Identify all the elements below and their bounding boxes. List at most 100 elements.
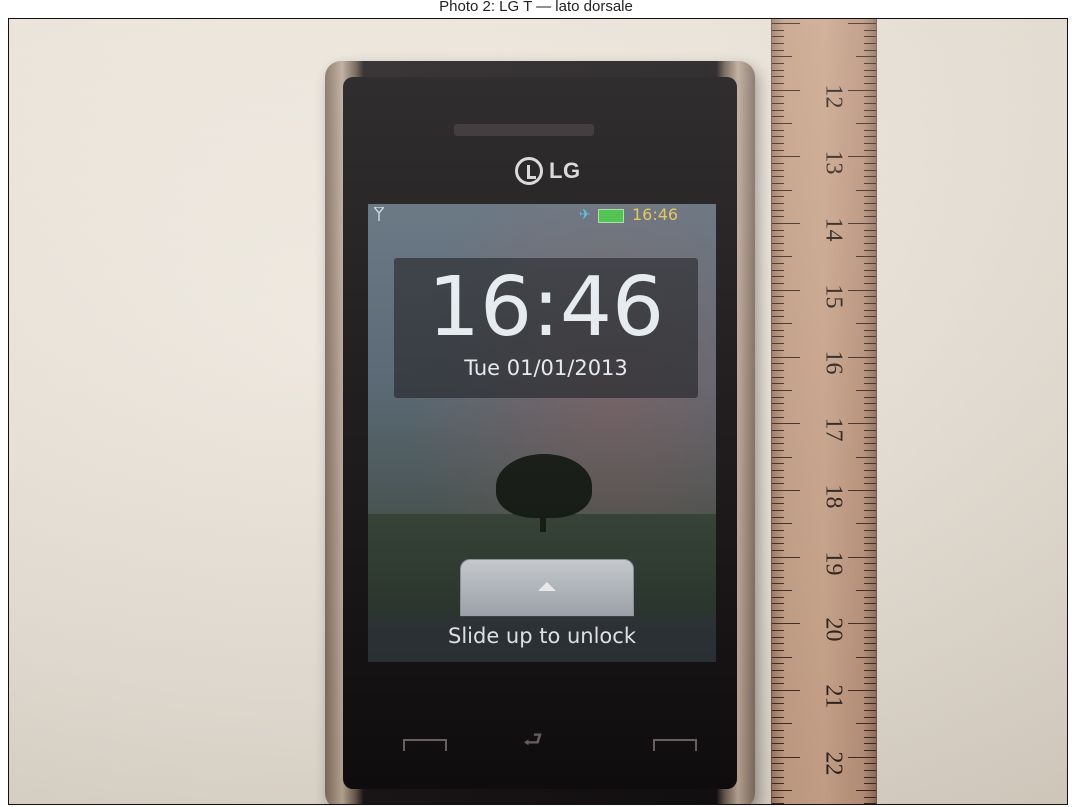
ruler-tick: [864, 743, 876, 745]
ruler-tick: [848, 623, 876, 625]
ruler-tick: [772, 696, 784, 698]
ruler-tick: [864, 616, 876, 618]
ruler-tick: [772, 583, 784, 585]
ruler-tick: [772, 56, 792, 58]
ruler-number: 18: [820, 484, 847, 509]
ruler-tick: [772, 569, 784, 571]
ruler-tick: [772, 256, 792, 258]
ruler-tick: [848, 356, 876, 358]
ruler-tick: [772, 389, 792, 391]
ruler-tick: [772, 663, 784, 665]
ruler-tick: [864, 83, 876, 85]
ruler-tick: [864, 209, 876, 211]
ruler-tick: [772, 223, 800, 225]
ruler: 12 13 14 15 16 17 18 19 20 21 22 2: [771, 19, 877, 804]
ruler-tick: [772, 549, 784, 551]
ruler-tick: [772, 363, 784, 365]
ruler-tick: [864, 469, 876, 471]
ruler-tick: [848, 690, 876, 691]
ruler-tick: [864, 569, 876, 571]
ruler-tick: [772, 423, 800, 425]
ruler-tick: [864, 363, 876, 365]
ruler-tick: [864, 796, 876, 798]
ruler-tick: [864, 383, 876, 385]
ruler-tick: [864, 449, 876, 451]
ruler-tick: [772, 23, 800, 24]
ruler-tick: [864, 629, 876, 631]
ruler-tick: [864, 69, 876, 71]
ruler-tick: [856, 189, 876, 191]
ruler-tick: [856, 523, 876, 525]
ruler-tick: [864, 43, 876, 44]
ruler-tick: [772, 656, 792, 658]
ruler-tick: [772, 116, 784, 118]
ruler-tick: [772, 743, 784, 745]
ruler-tick: [864, 609, 876, 611]
ruler-tick: [772, 790, 792, 792]
ruler-tick: [772, 349, 784, 351]
back-key-icon[interactable]: ⮐: [523, 730, 567, 752]
ruler-tick: [864, 169, 876, 171]
ruler-tick: [848, 289, 876, 291]
ruler-tick: [864, 369, 876, 371]
phone: LG ✈ 16:46 16:46 Tue 01/01/2013 Slide up…: [325, 61, 755, 804]
ruler-tick: [864, 463, 876, 465]
ruler-tick: [772, 76, 784, 78]
ruler-tick: [772, 489, 800, 491]
ruler-tick: [772, 29, 784, 31]
ruler-tick: [864, 216, 876, 218]
ruler-tick: [864, 336, 876, 338]
ruler-tick: [864, 49, 876, 51]
ruler-tick: [772, 556, 800, 558]
ruler-tick: [856, 656, 876, 658]
ruler-tick: [864, 63, 876, 65]
ruler-tick: [772, 376, 784, 378]
ruler-tick: [864, 316, 876, 318]
ruler-number: 14: [820, 217, 847, 242]
ruler-tick: [772, 716, 784, 718]
product-photo: LG ✈ 16:46 16:46 Tue 01/01/2013 Slide up…: [8, 18, 1068, 805]
ruler-tick: [864, 576, 876, 578]
ruler-tick: [772, 649, 784, 651]
ruler-tick: [848, 89, 876, 91]
ruler-tick: [864, 149, 876, 151]
unlock-label: Slide up to unlock: [447, 624, 636, 648]
ruler-tick: [856, 56, 876, 58]
ruler-tick: [856, 723, 876, 725]
ruler-tick: [864, 143, 876, 145]
unlock-handle[interactable]: [460, 559, 634, 617]
ruler-tick: [864, 710, 876, 711]
ruler-tick: [864, 296, 876, 298]
ruler-tick: [864, 283, 876, 285]
ruler-tick: [772, 396, 784, 398]
ruler-tick: [772, 536, 784, 538]
ruler-tick: [864, 129, 876, 131]
ruler-tick: [772, 449, 784, 451]
ruler-tick: [772, 196, 784, 198]
ruler-tick: [848, 23, 876, 24]
menu-key-icon[interactable]: [403, 739, 447, 751]
ruler-tick: [772, 429, 784, 431]
ruler-tick: [864, 636, 876, 638]
home-key-icon[interactable]: [653, 739, 697, 751]
ruler-tick: [864, 443, 876, 445]
ruler-tick: [772, 629, 784, 631]
ruler-number: 13: [820, 150, 847, 175]
ruler-tick: [772, 43, 784, 44]
ruler-tick: [864, 716, 876, 718]
status-bar: ✈ 16:46: [368, 204, 716, 226]
clock-time: 16:46: [427, 260, 665, 355]
ruler-tick: [856, 589, 876, 591]
ruler-tick: [864, 496, 876, 498]
ruler-tick: [864, 776, 876, 778]
ruler-tick: [864, 549, 876, 551]
ruler-tick: [864, 96, 876, 98]
ruler-tick: [848, 156, 876, 158]
ruler-number: 20: [820, 617, 847, 642]
ruler-tick: [864, 476, 876, 478]
ruler-tick: [864, 263, 876, 265]
unlock-bar: Slide up to unlock: [368, 616, 716, 662]
ruler-tick: [772, 796, 784, 798]
ruler-tick: [864, 803, 876, 804]
ruler-tick: [772, 303, 784, 305]
